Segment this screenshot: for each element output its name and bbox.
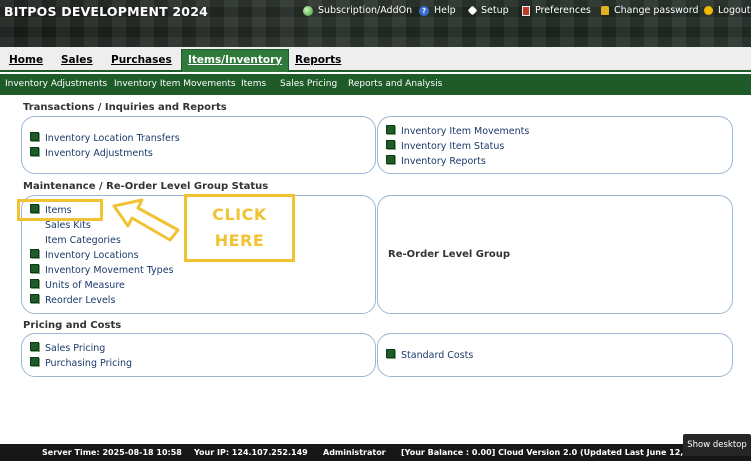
- subnav-items[interactable]: Items: [241, 79, 266, 89]
- link-reorder-levels[interactable]: Reorder Levels: [30, 294, 115, 306]
- lock-icon: [601, 6, 609, 15]
- user-ip: Your IP: 124.107.252.149: [194, 448, 308, 457]
- main-nav: Home Sales Purchases Items/Inventory Rep…: [0, 47, 751, 72]
- setup-link[interactable]: Setup: [467, 5, 509, 16]
- arrow-icon: [112, 198, 180, 242]
- link-inventory-movement-types[interactable]: Inventory Movement Types: [30, 264, 174, 276]
- tab-items-inventory[interactable]: Items/Inventory: [181, 49, 290, 72]
- change-password-link[interactable]: Change password: [601, 5, 699, 16]
- pricing-left-panel: Sales Pricing Purchasing Pricing: [21, 333, 376, 377]
- subnav-inventory-adjustments[interactable]: Inventory Adjustments: [5, 79, 107, 89]
- click-here-callout: CLICK HERE: [184, 194, 295, 262]
- book-icon: [30, 249, 39, 258]
- link-inventory-reports[interactable]: Inventory Reports: [386, 155, 486, 167]
- link-inventory-locations[interactable]: Inventory Locations: [30, 249, 139, 261]
- logout-icon: [704, 6, 713, 15]
- section-title-transactions: Transactions / Inquiries and Reports: [23, 102, 227, 113]
- setup-label: Setup: [481, 5, 509, 16]
- logout-link[interactable]: Logout: [704, 5, 751, 16]
- subnav-reports-analysis[interactable]: Reports and Analysis: [348, 79, 442, 89]
- transactions-left-panel: Inventory Location Transfers Inventory A…: [21, 116, 376, 174]
- help-link[interactable]: ? Help: [419, 5, 456, 16]
- section-title-maintenance: Maintenance / Re-Order Level Group Statu…: [23, 181, 269, 192]
- preferences-label: Preferences: [535, 5, 591, 16]
- link-sales-pricing[interactable]: Sales Pricing: [30, 342, 105, 354]
- subnav-inventory-item-movements[interactable]: Inventory Item Movements: [114, 79, 236, 89]
- logout-label: Logout: [718, 5, 751, 16]
- pricing-right-panel: Standard Costs: [377, 333, 733, 377]
- footer-bar: Server Time: 2025-08-18 10:58 Your IP: 1…: [0, 444, 751, 461]
- reorder-level-group-label[interactable]: Re-Order Level Group: [388, 249, 510, 260]
- items-highlight-box: [17, 199, 103, 221]
- subnav-sales-pricing[interactable]: Sales Pricing: [280, 79, 337, 89]
- link-purchasing-pricing[interactable]: Purchasing Pricing: [30, 357, 132, 369]
- book-icon: [30, 132, 39, 141]
- tab-reports[interactable]: Reports: [295, 50, 341, 72]
- book-icon: [386, 155, 395, 164]
- book-icon: [386, 125, 395, 134]
- book-icon: [30, 357, 39, 366]
- transactions-right-panel: Inventory Item Movements Inventory Item …: [377, 116, 733, 174]
- subscription-label: Subscription/AddOn: [318, 5, 413, 16]
- tab-home[interactable]: Home: [9, 50, 43, 72]
- book-icon: [30, 264, 39, 273]
- tab-purchases[interactable]: Purchases: [111, 50, 172, 72]
- tab-sales[interactable]: Sales: [61, 50, 93, 72]
- book-icon: [386, 349, 395, 358]
- server-time: Server Time: 2025-08-18 10:58: [42, 448, 182, 457]
- link-inventory-location-transfers[interactable]: Inventory Location Transfers: [30, 132, 180, 144]
- callout-line-2: HERE: [214, 231, 265, 250]
- link-sales-kits[interactable]: Sales Kits: [30, 220, 91, 231]
- preferences-link[interactable]: Preferences: [522, 5, 591, 16]
- book-icon: [30, 147, 39, 156]
- app-title: BITPOS DEVELOPMENT 2024: [4, 4, 208, 19]
- gear-icon: [467, 5, 478, 16]
- link-inventory-item-movements[interactable]: Inventory Item Movements: [386, 125, 529, 137]
- book-icon: [30, 279, 39, 288]
- green-dot-icon: [303, 5, 313, 16]
- link-inventory-item-status[interactable]: Inventory Item Status: [386, 140, 504, 152]
- help-label: Help: [434, 5, 456, 16]
- current-user: Administrator: [323, 448, 386, 457]
- show-desktop-button[interactable]: Show desktop: [683, 434, 751, 456]
- link-units-of-measure[interactable]: Units of Measure: [30, 279, 125, 291]
- callout-line-1: CLICK: [212, 205, 267, 224]
- balance-version: [Your Balance : 0.00] Cloud Version 2.0 …: [401, 448, 703, 457]
- top-header: BITPOS DEVELOPMENT 2024 Subscription/Add…: [0, 0, 751, 47]
- section-title-pricing: Pricing and Costs: [23, 320, 122, 331]
- help-icon: ?: [419, 5, 429, 16]
- sub-nav: Inventory Adjustments Inventory Item Mov…: [0, 74, 751, 95]
- book-icon: [30, 342, 39, 351]
- change-password-label: Change password: [614, 5, 699, 16]
- link-inventory-adjustments[interactable]: Inventory Adjustments: [30, 147, 153, 159]
- subscription-link[interactable]: Subscription/AddOn: [303, 5, 412, 16]
- book-icon: [30, 294, 39, 303]
- book-icon: [386, 140, 395, 149]
- preferences-icon: [522, 5, 530, 16]
- link-standard-costs[interactable]: Standard Costs: [386, 349, 473, 361]
